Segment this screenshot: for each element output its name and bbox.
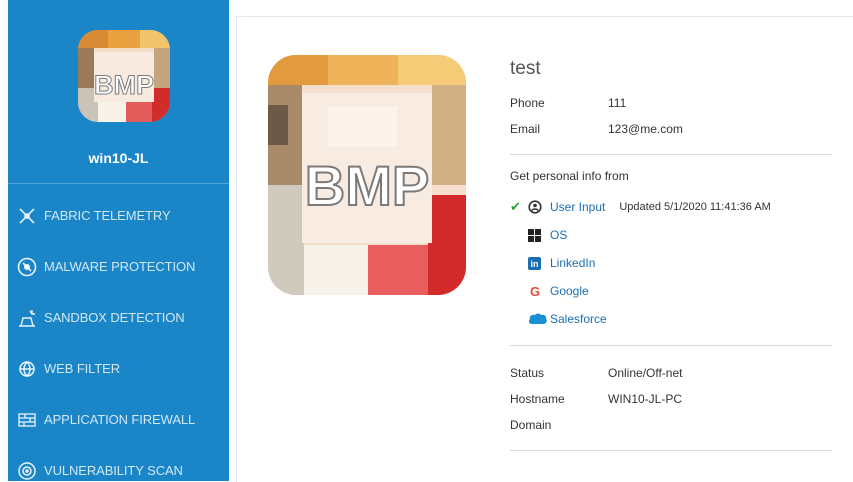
sidebar-nav: FABRIC TELEMETRY MALWARE PROTECTION SAND… [8, 190, 229, 481]
nav-label: VULNERABILITY SCAN [44, 463, 183, 478]
source-user-input: ✔ User Input Updated 5/1/2020 11:41:36 A… [510, 193, 832, 221]
check-icon: ✔ [510, 199, 521, 214]
email-value: 123@me.com [608, 122, 683, 136]
nav-sandbox-detection[interactable]: SANDBOX DETECTION [8, 292, 229, 343]
domain-row: Domain [510, 412, 832, 438]
divider [510, 154, 832, 155]
hostname-row: Hostname WIN10-JL-PC [510, 386, 832, 412]
device-name: win10-JL [88, 150, 149, 166]
svg-text:G: G [530, 284, 540, 298]
web-filter-icon [16, 358, 38, 380]
status-value: Online/Off-net [608, 366, 683, 380]
application-firewall-icon [16, 409, 38, 431]
divider [510, 345, 832, 346]
source-link-user-input[interactable]: User Input [550, 200, 605, 214]
nav-vulnerability-scan[interactable]: VULNERABILITY SCAN [8, 445, 229, 481]
source-link-salesforce[interactable]: Salesforce [550, 312, 607, 326]
svg-text:BMP: BMP [94, 70, 154, 100]
nav-label: MALWARE PROTECTION [44, 259, 196, 274]
svg-text:BMP: BMP [305, 154, 429, 217]
username: test [510, 58, 541, 79]
source-linkedin: in LinkedIn [510, 249, 832, 277]
bmp-image-icon: BMP [78, 30, 170, 122]
phone-value: 111 [608, 96, 627, 110]
salesforce-icon [528, 311, 550, 327]
nav-label: WEB FILTER [44, 361, 121, 376]
phone-label: Phone [510, 96, 545, 110]
user-info-panel: test Phone 111 Email 123@me.com Get pers… [510, 58, 832, 465]
nav-label: SANDBOX DETECTION [44, 310, 185, 325]
email-label: Email [510, 122, 541, 136]
user-icon [528, 199, 550, 215]
user-avatar: BMP [268, 55, 466, 295]
sources-title: Get personal info from [510, 169, 629, 183]
nav-label: FABRIC TELEMETRY [44, 208, 171, 223]
svg-text:in: in [531, 259, 539, 269]
divider [510, 450, 832, 451]
hostname-label: Hostname [510, 392, 565, 406]
device-avatar: BMP [78, 30, 170, 122]
nav-application-firewall[interactable]: APPLICATION FIREWALL [8, 394, 229, 445]
source-link-google[interactable]: Google [550, 284, 589, 298]
nav-label: APPLICATION FIREWALL [44, 412, 196, 427]
sidebar: BMP win10-JL FABRIC TELEMETRY MALWARE PR… [8, 0, 229, 481]
sandbox-detection-icon [16, 307, 38, 329]
google-icon: G [528, 283, 550, 299]
bmp-image-large-icon: BMP [268, 55, 466, 295]
source-os: OS [510, 221, 832, 249]
sidebar-divider [8, 183, 229, 184]
source-salesforce: Salesforce [510, 305, 832, 333]
windows-icon [528, 227, 550, 243]
source-link-linkedin[interactable]: LinkedIn [550, 256, 595, 270]
vulnerability-scan-icon [16, 460, 38, 482]
status-label: Status [510, 366, 545, 380]
updated-timestamp: Updated 5/1/2020 11:41:36 AM [619, 201, 771, 213]
malware-protection-icon [16, 256, 38, 278]
nav-fabric-telemetry[interactable]: FABRIC TELEMETRY [8, 190, 229, 241]
fabric-telemetry-icon [16, 205, 38, 227]
nav-malware-protection[interactable]: MALWARE PROTECTION [8, 241, 229, 292]
source-google: G Google [510, 277, 832, 305]
phone-row: Phone 111 [510, 90, 832, 116]
nav-web-filter[interactable]: WEB FILTER [8, 343, 229, 394]
domain-label: Domain [510, 418, 552, 432]
linkedin-icon: in [528, 255, 550, 271]
email-row: Email 123@me.com [510, 116, 832, 142]
source-link-os[interactable]: OS [550, 228, 567, 242]
hostname-value: WIN10-JL-PC [608, 392, 683, 406]
status-row: Status Online/Off-net [510, 360, 832, 386]
